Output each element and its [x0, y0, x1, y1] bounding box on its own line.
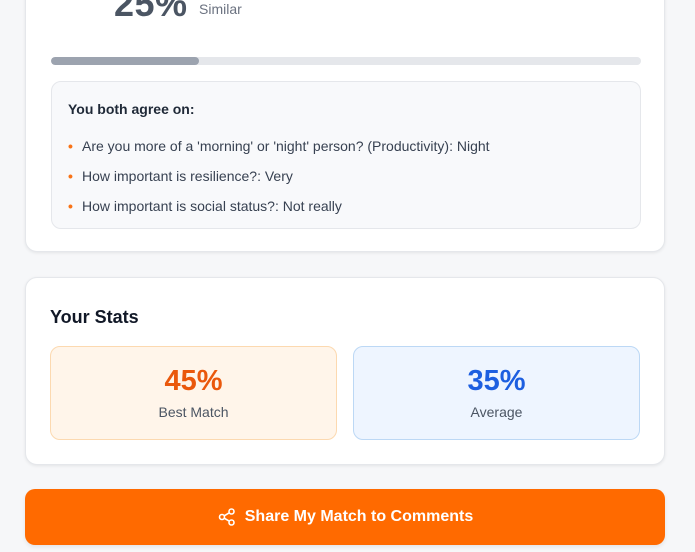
share-button-label: Share My Match to Comments	[244, 508, 474, 525]
average-label: Average	[470, 404, 523, 420]
agreement-item: • How important is social status?: Not r…	[68, 191, 490, 221]
best-match-stat: 45% Best Match	[50, 346, 337, 440]
average-stat: 35% Average	[353, 346, 640, 440]
bullet-icon: •	[68, 138, 73, 154]
match-progress-bar	[51, 57, 641, 65]
agreement-title: You both agree on:	[68, 101, 195, 117]
stats-title: Your Stats	[50, 307, 139, 327]
match-progress-fill	[51, 57, 199, 65]
share-icon	[217, 507, 237, 527]
best-match-value: 45%	[164, 365, 223, 397]
share-match-button[interactable]: Share My Match to Comments	[25, 489, 665, 545]
match-label: Similar	[199, 1, 242, 17]
match-card: 25% Similar You both agree on: • Are you…	[25, 0, 665, 252]
agreement-item: • How important is resilience?: Very	[68, 161, 490, 191]
bullet-icon: •	[68, 198, 73, 214]
agreement-item: • Are you more of a 'morning' or 'night'…	[68, 131, 490, 161]
stats-card: Your Stats 45% Best Match 35% Average	[25, 277, 665, 465]
bullet-icon: •	[68, 168, 73, 184]
agreement-item-text: Are you more of a 'morning' or 'night' p…	[82, 138, 490, 154]
agreement-item-text: How important is resilience?: Very	[82, 168, 293, 184]
match-percent: 25%	[114, 0, 188, 24]
agreement-list: • Are you more of a 'morning' or 'night'…	[68, 131, 490, 221]
agreement-item-text: How important is social status?: Not rea…	[82, 198, 342, 214]
best-match-label: Best Match	[158, 404, 229, 420]
average-value: 35%	[467, 365, 526, 397]
agreement-box: You both agree on: • Are you more of a '…	[51, 81, 641, 229]
